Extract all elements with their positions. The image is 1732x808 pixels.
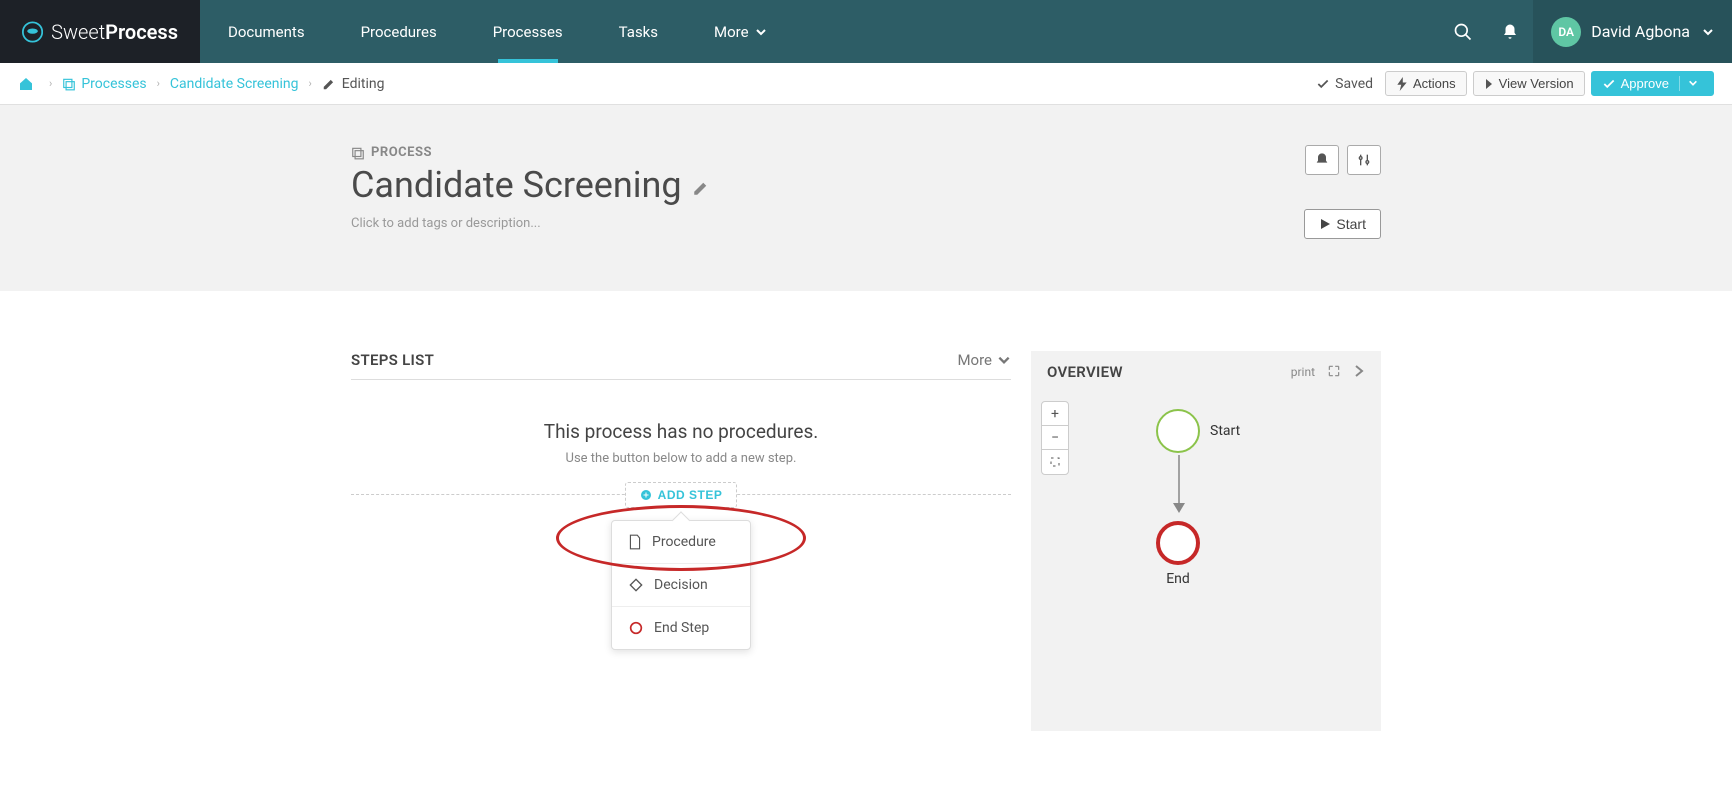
flow-node-start[interactable]: Start — [1156, 409, 1240, 453]
approve-button[interactable]: Approve — [1591, 71, 1714, 96]
stack-icon — [62, 77, 76, 91]
breadcrumb-actions: Saved Actions View Version Approve — [1316, 71, 1714, 96]
settings-button[interactable] — [1347, 145, 1381, 175]
empty-heading: This process has no procedures. — [351, 420, 1011, 443]
notifications-button[interactable] — [1305, 145, 1339, 175]
check-icon — [1316, 77, 1330, 91]
nav-documents[interactable]: Documents — [200, 0, 333, 63]
stack-icon — [351, 146, 365, 160]
zoom-in-button[interactable]: + — [1042, 402, 1068, 426]
play-icon — [1319, 218, 1331, 230]
bolt-icon — [1396, 77, 1408, 91]
breadcrumb-process-name[interactable]: Candidate Screening — [170, 76, 299, 92]
process-type-label: PROCESS — [351, 145, 1381, 160]
end-node-circle — [1156, 521, 1200, 565]
start-node-circle — [1156, 409, 1200, 453]
overview-panel: OVERVIEW print + − S — [1031, 351, 1381, 731]
breadcrumb-editing: Editing — [322, 76, 385, 92]
add-step-button[interactable]: ADD STEP — [625, 482, 738, 508]
page-title: Candidate Screening — [351, 164, 1381, 206]
chevron-down-icon — [755, 26, 767, 38]
empty-state: This process has no procedures. Use the … — [351, 380, 1011, 488]
zoom-out-button[interactable]: − — [1042, 426, 1068, 450]
bell-icon[interactable] — [1487, 23, 1533, 41]
print-link[interactable]: print — [1291, 365, 1315, 379]
document-icon — [628, 534, 642, 550]
steps-list-title: STEPS LIST — [351, 351, 434, 369]
caret-right-icon — [1484, 78, 1494, 90]
flow-canvas[interactable]: + − Start End — [1031, 391, 1381, 731]
nav-processes[interactable]: Processes — [465, 0, 591, 63]
search-icon[interactable] — [1439, 22, 1487, 42]
saved-status: Saved — [1316, 76, 1373, 92]
zoom-controls: + − — [1041, 401, 1069, 475]
view-version-button[interactable]: View Version — [1473, 71, 1585, 96]
arrow-head-icon — [1173, 503, 1185, 515]
bell-icon — [1314, 152, 1330, 168]
menu-end-step[interactable]: End Step — [612, 607, 750, 649]
sliders-icon — [1356, 152, 1372, 168]
chevron-down-icon — [1688, 78, 1698, 88]
expand-icon[interactable] — [1327, 364, 1341, 381]
user-menu[interactable]: DA David Agbona — [1533, 0, 1732, 63]
user-name: David Agbona — [1591, 22, 1690, 41]
pencil-icon — [322, 77, 336, 91]
add-step-row: ADD STEP — [351, 494, 1011, 508]
process-header: PROCESS Candidate Screening Click to add… — [0, 105, 1732, 291]
nav-right: DA David Agbona — [1439, 0, 1732, 63]
nav-more[interactable]: More — [686, 0, 795, 63]
check-icon — [1602, 77, 1616, 91]
add-step-menu: Procedure Decision End Step — [611, 520, 751, 650]
menu-decision[interactable]: Decision — [612, 564, 750, 607]
avatar: DA — [1551, 17, 1581, 47]
tags-description-input[interactable]: Click to add tags or description... — [351, 216, 1381, 231]
plus-circle-icon — [640, 489, 652, 501]
end-node-label: End — [1166, 571, 1190, 587]
start-node-label: Start — [1210, 423, 1240, 439]
home-icon — [18, 76, 34, 92]
logo-icon — [22, 20, 43, 44]
nav-tasks[interactable]: Tasks — [591, 0, 686, 63]
steps-list-panel: STEPS LIST More This process has no proc… — [351, 351, 1011, 731]
chevron-down-icon — [1702, 26, 1714, 38]
menu-procedure[interactable]: Procedure — [612, 521, 750, 564]
steps-more-button[interactable]: More — [957, 351, 1011, 369]
nav-procedures[interactable]: Procedures — [333, 0, 465, 63]
flow-node-end[interactable]: End — [1156, 521, 1200, 565]
content-scroll[interactable]: PROCESS Candidate Screening Click to add… — [0, 105, 1732, 808]
logo[interactable]: SweetProcess — [0, 0, 200, 63]
diamond-icon — [628, 577, 644, 593]
chevron-right-icon[interactable] — [1353, 364, 1365, 381]
start-button[interactable]: Start — [1304, 209, 1381, 239]
nav-items: Documents Procedures Processes Tasks Mor… — [200, 0, 795, 63]
breadcrumb-bar: › Processes › Candidate Screening › Edit… — [0, 63, 1732, 105]
breadcrumb-processes[interactable]: Processes — [62, 76, 146, 92]
chevron-down-icon — [997, 353, 1011, 367]
pencil-icon — [692, 179, 710, 197]
overview-title: OVERVIEW — [1047, 363, 1123, 381]
logo-text: SweetProcess — [51, 20, 178, 44]
breadcrumb-home[interactable] — [18, 76, 39, 92]
top-nav: SweetProcess Documents Procedures Proces… — [0, 0, 1732, 63]
edit-title-button[interactable] — [692, 164, 710, 206]
fullscreen-icon — [1049, 456, 1061, 468]
circle-icon — [628, 620, 644, 636]
empty-subtext: Use the button below to add a new step. — [351, 451, 1011, 466]
main-content: STEPS LIST More This process has no proc… — [351, 291, 1381, 731]
actions-button[interactable]: Actions — [1385, 71, 1467, 96]
zoom-fullscreen-button[interactable] — [1042, 450, 1068, 474]
